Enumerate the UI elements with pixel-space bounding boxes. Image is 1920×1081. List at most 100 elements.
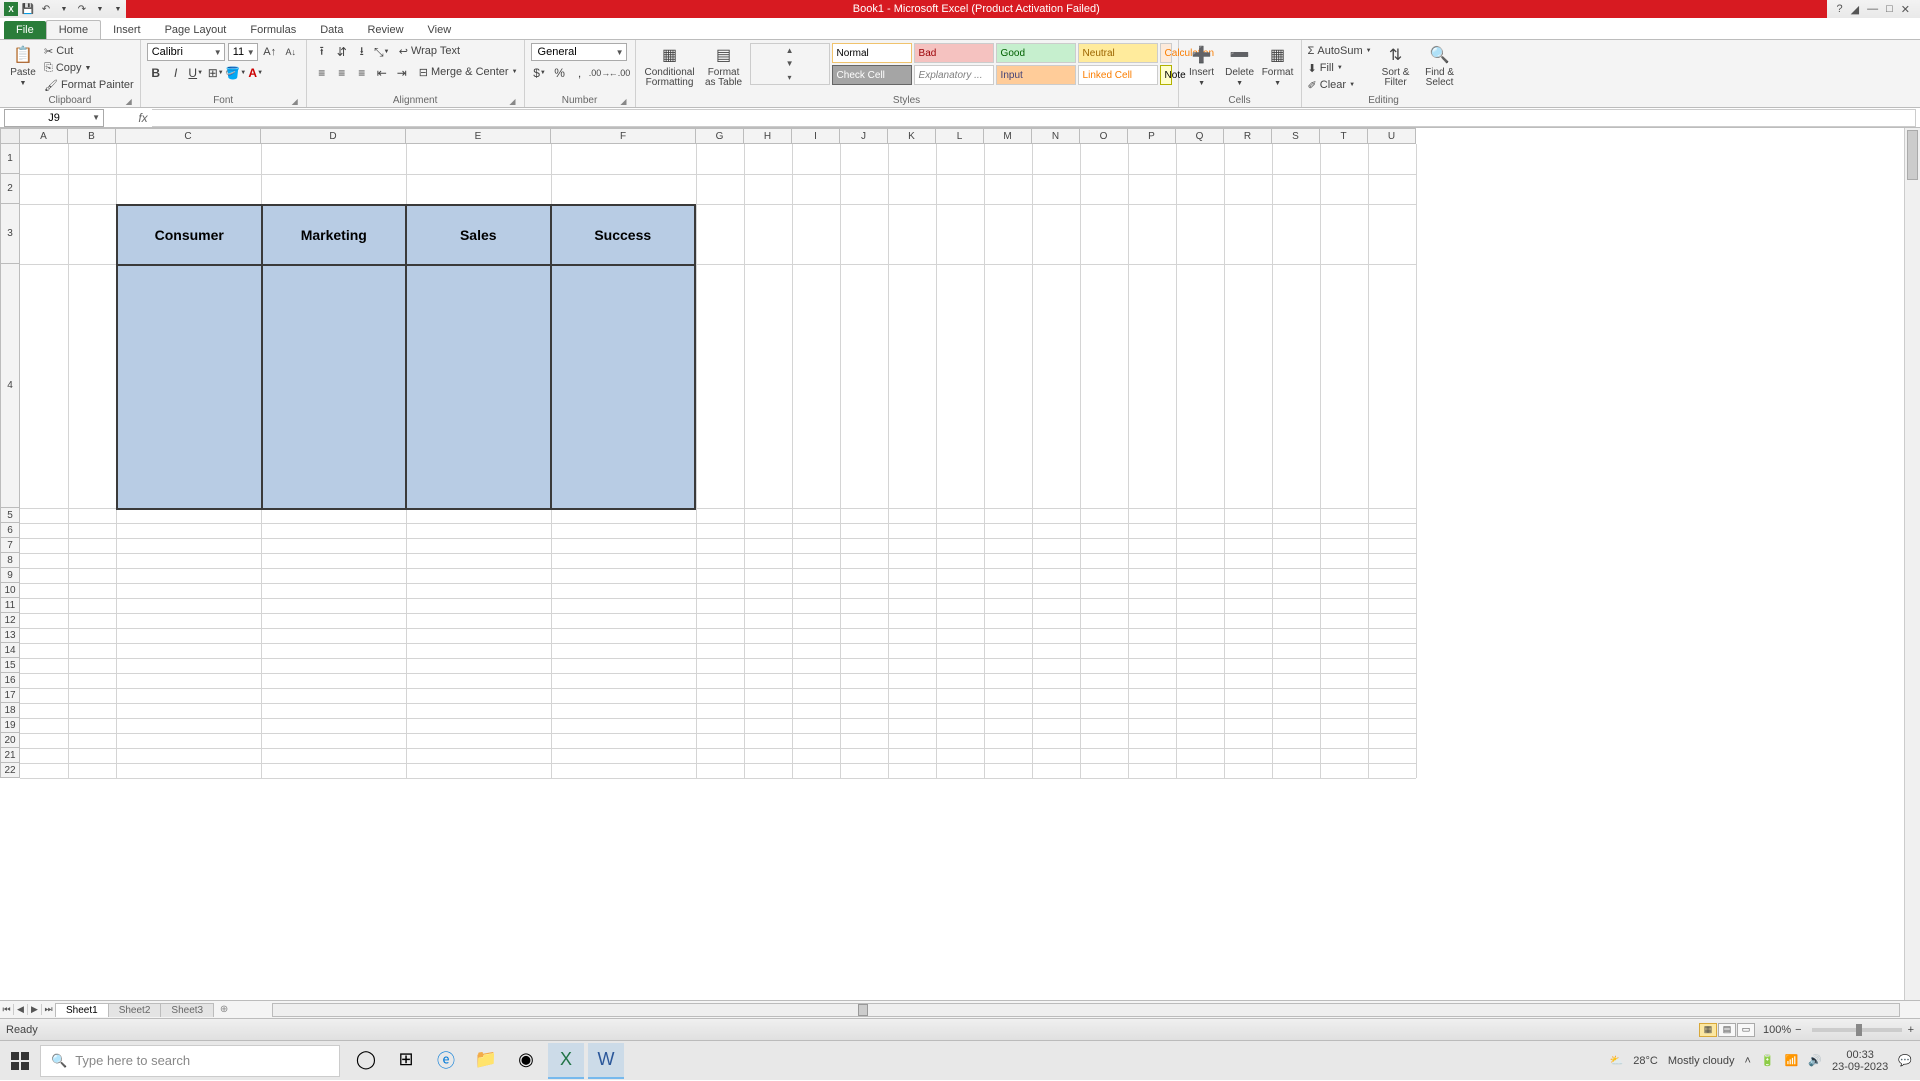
scrollbar-thumb[interactable] [858, 1004, 868, 1016]
row-header[interactable]: 1 [0, 144, 20, 174]
row-header[interactable]: 20 [0, 733, 20, 748]
format-as-table-button[interactable]: ▤ Format as Table [702, 43, 746, 94]
tab-insert[interactable]: Insert [101, 21, 153, 39]
format-painter-button[interactable]: 🖌Format Painter [44, 77, 134, 93]
sheet-tab-2[interactable]: Sheet2 [108, 1003, 162, 1017]
paste-button[interactable]: 📋 Paste▼ [6, 43, 40, 94]
copy-button[interactable]: ⎘Copy▼ [44, 60, 134, 76]
column-header[interactable]: Q [1176, 128, 1224, 144]
align-center-icon[interactable]: ≡ [333, 64, 351, 82]
normal-view-icon[interactable]: ▦ [1699, 1023, 1717, 1037]
word-taskbar-icon[interactable]: W [588, 1043, 624, 1079]
worksheet-grid[interactable]: ABCDEFGHIJKLMNOPQRSTU 123456789101112131… [0, 128, 1920, 1000]
wrap-text-button[interactable]: ↩Wrap Text [399, 43, 460, 59]
decrease-font-icon[interactable]: A↓ [282, 43, 300, 61]
column-header[interactable]: A [20, 128, 68, 144]
row-header[interactable]: 9 [0, 568, 20, 583]
task-view-icon[interactable]: ⊞ [388, 1043, 424, 1079]
align-left-icon[interactable]: ≡ [313, 64, 331, 82]
column-header[interactable]: T [1320, 128, 1368, 144]
insert-cells-button[interactable]: ➕Insert▼ [1185, 43, 1219, 94]
orientation-icon[interactable]: ⤡▼ [373, 43, 391, 61]
zoom-slider[interactable] [1812, 1028, 1902, 1032]
alignment-launcher-icon[interactable]: ◢ [509, 97, 515, 106]
clear-button[interactable]: ✐Clear▼ [1308, 77, 1372, 93]
name-box[interactable]: J9▼ [4, 109, 104, 127]
column-header[interactable]: L [936, 128, 984, 144]
column-header[interactable]: B [68, 128, 116, 144]
find-select-button[interactable]: 🔍Find & Select [1420, 43, 1460, 94]
undo-icon[interactable]: ↶ [38, 2, 54, 16]
increase-font-icon[interactable]: A↑ [261, 43, 279, 61]
edge-icon[interactable]: ⓔ [428, 1043, 464, 1079]
merge-center-button[interactable]: ⊟Merge & Center▼ [419, 64, 518, 80]
column-header[interactable]: R [1224, 128, 1272, 144]
weather-icon[interactable]: ⛅ [1610, 1054, 1624, 1067]
undo-dropdown-icon[interactable]: ▼ [56, 2, 72, 16]
redo-icon[interactable]: ↷ [74, 2, 90, 16]
nav-prev-icon[interactable]: ◀ [14, 1004, 28, 1015]
row-header[interactable]: 14 [0, 643, 20, 658]
cortana-icon[interactable]: ◯ [348, 1043, 384, 1079]
row-header[interactable]: 22 [0, 763, 20, 778]
nav-last-icon[interactable]: ⏭ [42, 1004, 56, 1015]
row-header[interactable]: 21 [0, 748, 20, 763]
align-top-icon[interactable]: ⭱ [313, 43, 331, 61]
table-header-cell[interactable]: Sales [406, 205, 551, 265]
cell-style-option[interactable]: Good [996, 43, 1076, 63]
redo-dropdown-icon[interactable]: ▼ [92, 2, 108, 16]
horizontal-scrollbar[interactable] [272, 1003, 1900, 1017]
column-header[interactable]: U [1368, 128, 1416, 144]
maximize-icon[interactable]: □ [1886, 3, 1893, 15]
font-color-button[interactable]: A▼ [247, 64, 265, 82]
weather-temp[interactable]: 28°C [1633, 1055, 1658, 1067]
row-header[interactable]: 15 [0, 658, 20, 673]
increase-indent-icon[interactable]: ⇥ [393, 64, 411, 82]
borders-button[interactable]: ⊞▼ [207, 64, 225, 82]
cell-style-option[interactable]: Neutral [1078, 43, 1158, 63]
cell-style-option[interactable]: Note [1160, 65, 1172, 85]
underline-button[interactable]: U▼ [187, 64, 205, 82]
weather-text[interactable]: Mostly cloudy [1668, 1055, 1735, 1067]
close-icon[interactable]: ✕ [1901, 3, 1910, 16]
cell-style-option[interactable]: Bad [914, 43, 994, 63]
start-button[interactable] [0, 1041, 40, 1081]
row-header[interactable]: 17 [0, 688, 20, 703]
row-header[interactable]: 6 [0, 523, 20, 538]
tab-file[interactable]: File [4, 21, 46, 39]
row-header[interactable]: 3 [0, 204, 20, 264]
sort-filter-button[interactable]: ⇅Sort & Filter [1376, 43, 1416, 94]
tab-review[interactable]: Review [355, 21, 415, 39]
bold-button[interactable]: B [147, 64, 165, 82]
zoom-thumb[interactable] [1856, 1024, 1862, 1036]
help-icon[interactable]: ? [1837, 3, 1843, 15]
row-header[interactable]: 12 [0, 613, 20, 628]
page-layout-view-icon[interactable]: ▤ [1718, 1023, 1736, 1037]
cut-button[interactable]: ✂Cut [44, 43, 134, 59]
fill-color-button[interactable]: 🪣▼ [227, 64, 245, 82]
align-right-icon[interactable]: ≡ [353, 64, 371, 82]
excel-taskbar-icon[interactable]: X [548, 1043, 584, 1079]
italic-button[interactable]: I [167, 64, 185, 82]
cell-styles-gallery[interactable]: NormalBadGoodNeutralCalculation▲▼▾Check … [750, 43, 1172, 94]
column-header[interactable]: I [792, 128, 840, 144]
autosum-button[interactable]: ΣAutoSum▼ [1308, 43, 1372, 59]
row-header[interactable]: 2 [0, 174, 20, 204]
sheet-nav[interactable]: ⏮◀▶⏭ [0, 1004, 56, 1015]
cell-style-option[interactable]: Explanatory ... [914, 65, 994, 85]
qat-customize-icon[interactable]: ▼ [110, 2, 126, 16]
table-cell[interactable] [117, 265, 262, 509]
notifications-icon[interactable]: 💬 [1898, 1054, 1912, 1067]
comma-format-icon[interactable]: , [571, 64, 589, 82]
column-header[interactable]: P [1128, 128, 1176, 144]
column-header[interactable]: E [406, 128, 551, 144]
vertical-scrollbar[interactable] [1904, 128, 1920, 1000]
format-cells-button[interactable]: ▦Format▼ [1261, 43, 1295, 94]
tab-data[interactable]: Data [308, 21, 355, 39]
column-header[interactable]: K [888, 128, 936, 144]
fx-icon[interactable]: fx [134, 111, 152, 125]
sheet-tab-3[interactable]: Sheet3 [160, 1003, 214, 1017]
row-header[interactable]: 13 [0, 628, 20, 643]
nav-next-icon[interactable]: ▶ [28, 1004, 42, 1015]
volume-icon[interactable]: 🔊 [1808, 1054, 1822, 1067]
